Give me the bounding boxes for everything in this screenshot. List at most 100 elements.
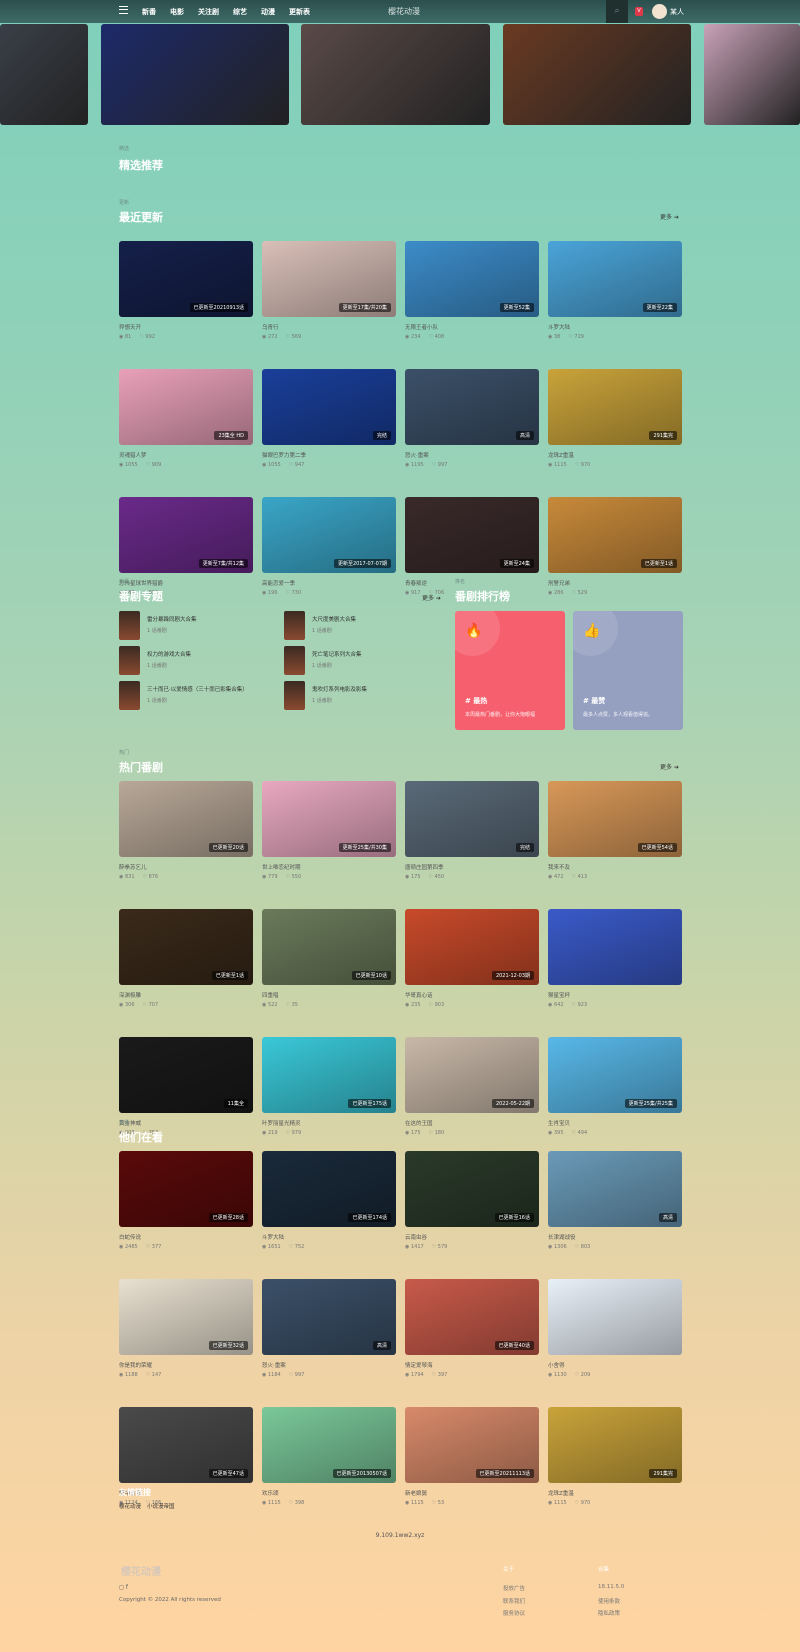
video-thumbnail[interactable]: 更新至24集 xyxy=(405,497,539,573)
video-thumbnail[interactable] xyxy=(548,909,682,985)
video-thumbnail[interactable]: 已更新至20210913话 xyxy=(119,241,253,317)
video-thumbnail[interactable]: 291集完 xyxy=(548,1407,682,1483)
footer-link[interactable]: 使用条款 xyxy=(598,1597,620,1605)
avatar[interactable] xyxy=(652,4,667,19)
topic-item[interactable]: 大尺度美剧大合集 1 话番剧 xyxy=(284,611,356,640)
banner-slide[interactable] xyxy=(704,24,800,125)
video-card[interactable]: 23集全 HD 灵魂猎人梦 ◉ 1055 ♡ 909 xyxy=(119,369,253,468)
video-title[interactable]: 深渊极雕 xyxy=(119,991,253,999)
footer-link[interactable]: 隐私政策 xyxy=(598,1609,620,1617)
video-card[interactable]: 更新至2017-07-07期 高能恋爱一季 ◉ 196 ♡ 730 xyxy=(262,497,396,596)
video-thumbnail[interactable]: 2021-12-03期 xyxy=(405,909,539,985)
video-thumbnail[interactable]: 已更新至20130507话 xyxy=(262,1407,396,1483)
video-card[interactable]: 更新至52集 无限王者小队 ◉ 234 ♡ 408 xyxy=(405,241,539,340)
video-thumbnail[interactable]: 高清 xyxy=(405,369,539,445)
video-title[interactable]: 生肖宝贝 xyxy=(548,1119,682,1127)
video-thumbnail[interactable]: 已更新至47话 xyxy=(119,1407,253,1483)
video-thumbnail[interactable]: 23集全 HD xyxy=(119,369,253,445)
menu-icon[interactable] xyxy=(119,6,128,14)
video-card[interactable]: 猴星宝杯 ◉ 642 ♡ 923 xyxy=(548,909,682,1008)
video-thumbnail[interactable]: 2022-05-22期 xyxy=(405,1037,539,1113)
video-title[interactable]: 四重唱 xyxy=(262,991,396,999)
video-title[interactable]: 小舍得 xyxy=(548,1361,682,1369)
video-title[interactable]: 青春叛逆 xyxy=(405,579,539,587)
topic-name[interactable]: 死亡笔记系列大合集 xyxy=(312,650,362,658)
video-thumbnail[interactable]: 完结 xyxy=(262,369,396,445)
video-thumbnail[interactable]: 更新至22集 xyxy=(548,241,682,317)
vip-badge[interactable]: V xyxy=(635,7,643,16)
topic-thumbnail[interactable] xyxy=(119,681,140,710)
video-thumbnail[interactable]: 更新至25集/共30集 xyxy=(262,781,396,857)
video-title[interactable]: 怒火·重案 xyxy=(262,1361,396,1369)
video-thumbnail[interactable]: 已更新至1话 xyxy=(119,909,253,985)
video-title[interactable]: 猫眼巴罗力第二季 xyxy=(262,451,396,459)
video-thumbnail[interactable]: 更新至52集 xyxy=(405,241,539,317)
banner-slide[interactable] xyxy=(301,24,490,125)
facebook-icon[interactable]: f xyxy=(126,1584,128,1591)
friend-link[interactable]: 樱花动漫 xyxy=(119,1502,141,1510)
topic-thumbnail[interactable] xyxy=(284,646,305,675)
nav-item[interactable]: 动漫 xyxy=(261,7,275,17)
video-thumbnail[interactable]: 11集全 xyxy=(119,1037,253,1113)
video-title[interactable]: 你是我的荣耀 xyxy=(119,1361,253,1369)
video-title[interactable]: 世上唯恋纪时期 xyxy=(262,863,396,871)
video-thumbnail[interactable]: 已更新至20话 xyxy=(119,781,253,857)
footer-link[interactable]: 18.11.5.0 xyxy=(598,1584,624,1590)
topic-item[interactable]: 权力的游戏大合集 1 话番剧 xyxy=(119,646,191,675)
video-thumbnail[interactable]: 已更新至16话 xyxy=(405,1151,539,1227)
topic-name[interactable]: 大尺度美剧大合集 xyxy=(312,615,356,623)
video-card[interactable]: 小舍得 ◉ 1130 ♡ 209 xyxy=(548,1279,682,1378)
video-thumbnail[interactable]: 已更新至54话 xyxy=(548,781,682,857)
video-title[interactable]: 高能恋爱一季 xyxy=(262,579,396,587)
recent-more-link[interactable]: 更多 ➔ xyxy=(660,212,679,221)
video-card[interactable]: 已更新至20210913话 异想天开 ◉ 81 ♡ 992 xyxy=(119,241,253,340)
video-title[interactable]: 云南虫谷 xyxy=(405,1233,539,1241)
site-logo[interactable]: 樱花动漫 xyxy=(388,6,420,17)
video-card[interactable]: 已更新至1话 刑警兄弟 ◉ 286 ♡ 529 xyxy=(548,497,682,596)
video-title[interactable]: 斗罗大陆 xyxy=(262,1233,396,1241)
video-thumbnail[interactable]: 已更新至175话 xyxy=(262,1037,396,1113)
video-card[interactable]: 高清 怒火·重案 ◉ 1184 ♡ 997 xyxy=(262,1279,396,1378)
video-card[interactable]: 2022-05-22期 在这的王国 ◉ 175 ♡ 180 xyxy=(405,1037,539,1136)
video-card[interactable]: 291集完 龙珠Z重温 ◉ 1115 ♡ 970 xyxy=(548,369,682,468)
banner-slide[interactable] xyxy=(503,24,691,125)
video-thumbnail[interactable]: 已更新至1话 xyxy=(548,497,682,573)
video-card[interactable]: 已更新至32话 你是我的荣耀 ◉ 1188 ♡ 147 xyxy=(119,1279,253,1378)
video-title[interactable]: 长津湖战役 xyxy=(548,1233,682,1241)
video-title[interactable]: 乌青行 xyxy=(262,323,396,331)
video-title[interactable]: 白蛇传说 xyxy=(119,1233,253,1241)
topic-thumbnail[interactable] xyxy=(119,646,140,675)
video-title[interactable]: 猴星宝杯 xyxy=(548,991,682,999)
nav-item[interactable]: 更新表 xyxy=(289,7,310,17)
video-thumbnail[interactable]: 更新至2017-07-07期 xyxy=(262,497,396,573)
video-thumbnail[interactable]: 已更新至10话 xyxy=(262,909,396,985)
video-card[interactable]: 已更新至28话 白蛇传说 ◉ 2485 ♡ 377 xyxy=(119,1151,253,1250)
video-thumbnail[interactable]: 高清 xyxy=(262,1279,396,1355)
topic-item[interactable]: 三十而已·以爱情感（三十而已影集合集） 1 话番剧 xyxy=(119,681,248,710)
video-title[interactable]: 欢乐颂 xyxy=(262,1489,396,1497)
video-card[interactable]: 已更新至10话 四重唱 ◉ 522 ♡ 35 xyxy=(262,909,396,1008)
topic-item[interactable]: 鬼吹灯系列电影及影集 1 话番剧 xyxy=(284,681,367,710)
video-card[interactable]: 高清 长津湖战役 ◉ 1306 ♡ 803 xyxy=(548,1151,682,1250)
video-card[interactable]: 已更新至174话 斗罗大陆 ◉ 1651 ♡ 752 xyxy=(262,1151,396,1250)
ranking-card[interactable]: 🔥 # 最热 本周最热门番剧，让你大饱眼福 xyxy=(455,611,565,730)
topic-item[interactable]: 死亡笔记系列大合集 1 话番剧 xyxy=(284,646,362,675)
video-card[interactable]: 更新至24集 青春叛逆 ◉ 917 ♡ 706 xyxy=(405,497,539,596)
hot-more-link[interactable]: 更多 ➔ xyxy=(660,762,679,771)
video-thumbnail[interactable]: 完结 xyxy=(405,781,539,857)
video-thumbnail[interactable]: 已更新至28话 xyxy=(119,1151,253,1227)
topic-item[interactable]: 雷分暴躁同剧大合集 1 话番剧 xyxy=(119,611,197,640)
video-card[interactable]: 完结 猫眼巴罗力第二季 ◉ 1055 ♡ 947 xyxy=(262,369,396,468)
video-card[interactable]: 更新至25集/共25集 生肖宝贝 ◉ 395 ♡ 494 xyxy=(548,1037,682,1136)
video-title[interactable]: 新老娘舅 xyxy=(405,1489,539,1497)
topic-thumbnail[interactable] xyxy=(284,681,305,710)
video-card[interactable]: 已更新至20话 醉拳苏乞儿 ◉ 831 ♡ 876 xyxy=(119,781,253,880)
topics-more-link[interactable]: 更多 ➔ xyxy=(422,593,441,602)
video-thumbnail[interactable]: 已更新至20211113话 xyxy=(405,1407,539,1483)
video-card[interactable]: 高清 怒火·重案 ◉ 1195 ♡ 997 xyxy=(405,369,539,468)
footer-link[interactable]: 服务协议 xyxy=(503,1609,525,1617)
video-thumbnail[interactable]: 已更新至40话 xyxy=(405,1279,539,1355)
video-thumbnail[interactable]: 已更新至174话 xyxy=(262,1151,396,1227)
video-card[interactable]: 2021-12-03期 华哥真心话 ◉ 235 ♡ 903 xyxy=(405,909,539,1008)
banner-slide[interactable] xyxy=(0,24,88,125)
